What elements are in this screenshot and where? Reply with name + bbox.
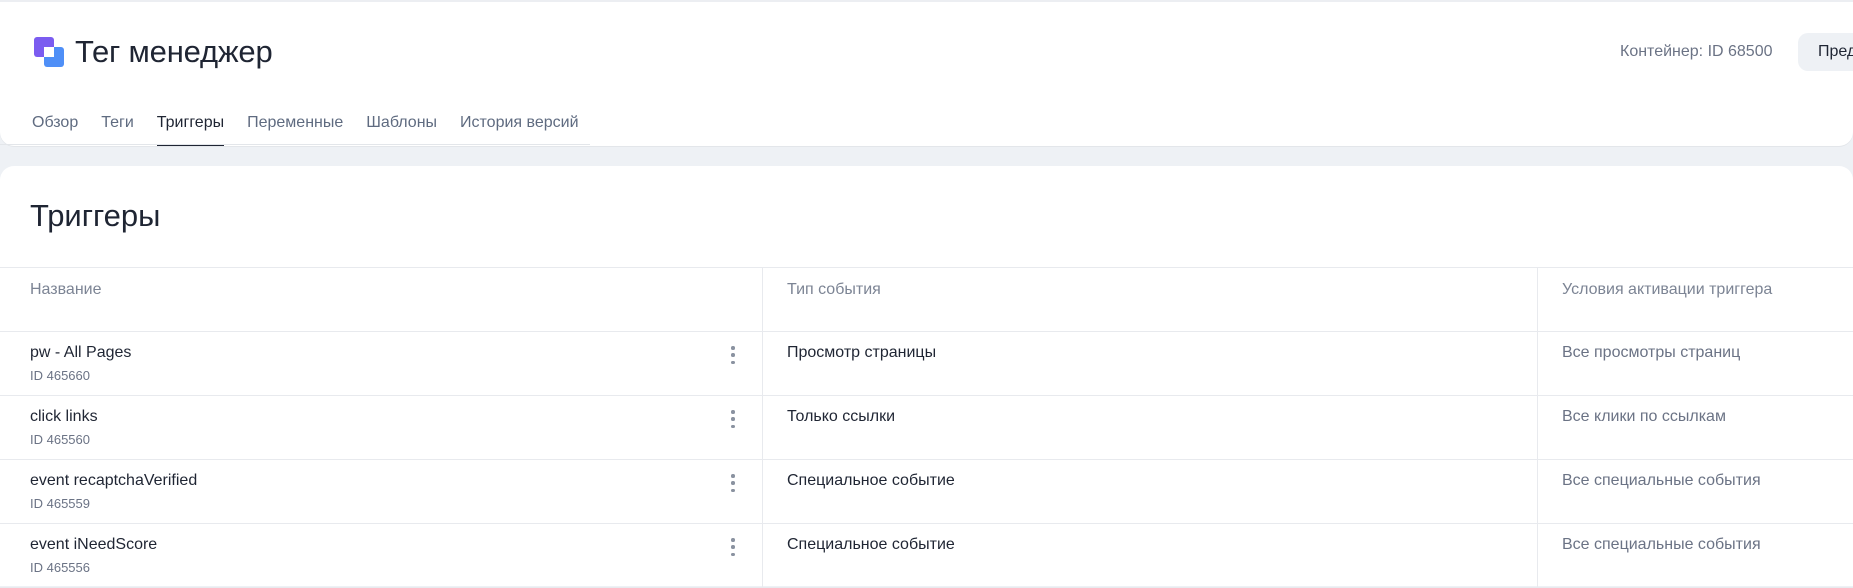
- column-header-event-type: Тип события: [787, 281, 881, 298]
- event-type-cell: Просмотр страницы: [763, 332, 1538, 395]
- column-header-condition: Условия активации триггера: [1562, 281, 1773, 298]
- preview-button[interactable]: Предпросмотр: [1798, 33, 1853, 71]
- table-row[interactable]: click links ID 465560 Только ссылки Все …: [0, 396, 1853, 460]
- tab-templates[interactable]: Шаблоны: [366, 110, 437, 146]
- tab-version-history[interactable]: История версий: [460, 110, 578, 146]
- activation-condition: Все клики по ссылкам: [1562, 408, 1726, 425]
- tab-overview[interactable]: Обзор: [32, 110, 78, 146]
- trigger-name[interactable]: event recaptchaVerified: [30, 469, 197, 493]
- trigger-name[interactable]: click links: [30, 405, 98, 429]
- condition-cell: Все специальные события: [1538, 460, 1853, 523]
- trigger-id: ID 465559: [30, 496, 90, 511]
- app-header: Тег менеджер Контейнер: ID 68500 Предпро…: [0, 0, 1853, 146]
- activation-condition: Все специальные события: [1562, 472, 1761, 489]
- page-title: Триггеры: [30, 198, 161, 233]
- column-header-name: Название: [30, 281, 102, 298]
- nav-tabs: Обзор Теги Триггеры Переменные Шаблоны И…: [32, 110, 602, 146]
- tag-manager-logo-icon: [34, 37, 64, 67]
- tab-triggers[interactable]: Триггеры: [156, 110, 225, 146]
- event-type: Просмотр страницы: [787, 344, 937, 361]
- activation-condition: Все просмотры страниц: [1562, 344, 1741, 361]
- trigger-name[interactable]: event iNeedScore: [30, 533, 157, 557]
- trigger-name-cell: pw - All Pages ID 465660: [0, 332, 763, 395]
- more-vertical-icon[interactable]: [726, 408, 740, 430]
- trigger-id: ID 465660: [30, 368, 90, 383]
- event-type: Специальное событие: [787, 536, 955, 553]
- table-row[interactable]: event iNeedScore ID 465556 Специальное с…: [0, 524, 1853, 588]
- event-type: Только ссылки: [787, 408, 896, 425]
- table-row[interactable]: event recaptchaVerified ID 465559 Специа…: [0, 460, 1853, 524]
- tab-tags[interactable]: Теги: [101, 110, 134, 146]
- event-type: Специальное событие: [787, 472, 955, 489]
- column-header-cell: Тип события: [763, 268, 1538, 331]
- trigger-name-cell: event iNeedScore ID 465556: [0, 524, 763, 587]
- more-vertical-icon[interactable]: [726, 536, 740, 558]
- trigger-name[interactable]: pw - All Pages: [30, 341, 131, 365]
- app-title: Тег менеджер: [75, 34, 273, 69]
- more-vertical-icon[interactable]: [726, 472, 740, 494]
- column-header-cell: Условия активации триггера: [1538, 268, 1853, 331]
- event-type-cell: Специальное событие: [763, 524, 1538, 587]
- container-id-label: Контейнер: ID 68500: [1620, 43, 1773, 60]
- event-type-cell: Специальное событие: [763, 460, 1538, 523]
- tabs-divider: [0, 144, 590, 145]
- more-vertical-icon[interactable]: [726, 344, 740, 366]
- tab-variables[interactable]: Переменные: [247, 110, 343, 146]
- triggers-table: Название Тип события Условия активации т…: [0, 267, 1853, 588]
- column-header-cell: Название: [0, 268, 763, 331]
- condition-cell: Все просмотры страниц: [1538, 332, 1853, 395]
- main-panel: Триггеры Название Тип события Условия ак…: [0, 166, 1853, 588]
- activation-condition: Все специальные события: [1562, 536, 1761, 553]
- trigger-name-cell: click links ID 465560: [0, 396, 763, 459]
- condition-cell: Все специальные события: [1538, 524, 1853, 587]
- table-header-row: Название Тип события Условия активации т…: [0, 268, 1853, 332]
- trigger-name-cell: event recaptchaVerified ID 465559: [0, 460, 763, 523]
- trigger-id: ID 465560: [30, 432, 90, 447]
- event-type-cell: Только ссылки: [763, 396, 1538, 459]
- condition-cell: Все клики по ссылкам: [1538, 396, 1853, 459]
- table-row[interactable]: pw - All Pages ID 465660 Просмотр страни…: [0, 332, 1853, 396]
- trigger-id: ID 465556: [30, 560, 90, 575]
